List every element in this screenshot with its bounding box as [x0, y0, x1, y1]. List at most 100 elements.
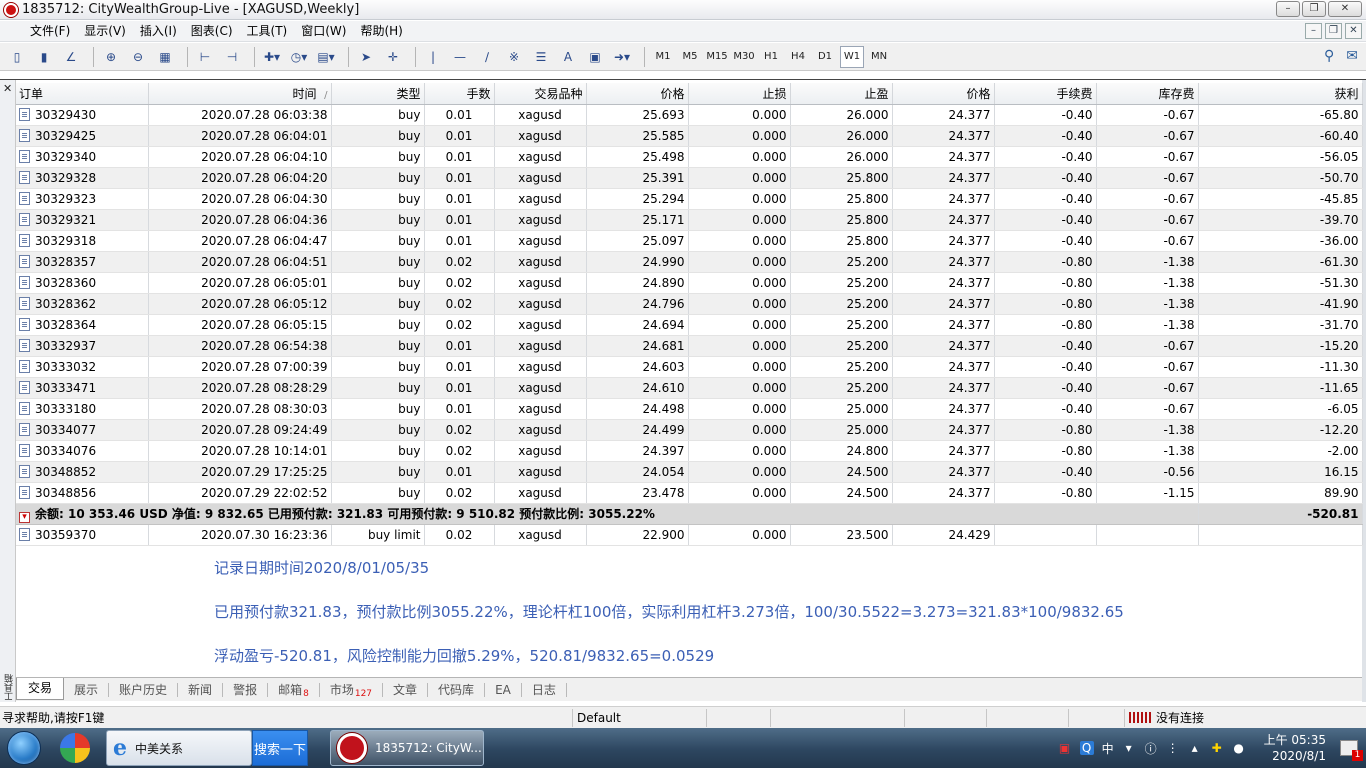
tab-exposure[interactable]: 展示 — [64, 682, 110, 697]
table-row[interactable]: 30329430 2020.07.28 06:03:38 buy 0.01 xagusd… — [16, 104, 1363, 126]
start-button[interactable] — [2, 729, 46, 767]
table-row[interactable]: 30329340 2020.07.28 06:04:10 buy 0.01 xagusd… — [16, 146, 1363, 168]
col-header-order[interactable]: 订单 — [16, 83, 149, 105]
timeframe-w1[interactable]: W1 — [840, 45, 864, 68]
table-row[interactable]: 30334077 2020.07.28 09:24:49 buy 0.02 xagusd… — [16, 419, 1363, 441]
candlestick-icon[interactable]: ▮ — [33, 46, 55, 68]
chat-icon[interactable]: ✉ — [1346, 48, 1358, 64]
timeframe-h1[interactable]: H1 — [759, 46, 783, 68]
col-header-swap[interactable]: 库存费 — [1096, 83, 1199, 105]
table-row[interactable]: 30329318 2020.07.28 06:04:47 buy 0.01 xagusd… — [16, 230, 1363, 252]
crosshair-icon[interactable]: ✛ — [382, 46, 404, 68]
table-row[interactable]: 30348856 2020.07.29 22:02:52 buy 0.02 xagusd… — [16, 482, 1363, 504]
menu-help[interactable]: 帮助(H) — [353, 21, 409, 41]
account-summary-row[interactable]: ▾ 余额: 10 353.46 USD 净值: 9 832.65 已用预付款: 3… — [16, 503, 1363, 525]
q-app-icon[interactable]: Q — [1079, 741, 1094, 755]
table-row[interactable]: 30328357 2020.07.28 06:04:51 buy 0.02 xagusd… — [16, 251, 1363, 273]
bar-chart-icon[interactable]: ▯ — [6, 46, 28, 68]
table-row[interactable]: 30332937 2020.07.28 06:54:38 buy 0.01 xagusd… — [16, 335, 1363, 357]
periods-clock-icon[interactable]: ◷▾ — [288, 46, 310, 68]
pending-order-row[interactable]: 30359370 2020.07.30 16:23:36 buy limit 0… — [16, 524, 1363, 546]
col-header-profit[interactable]: 获利 — [1198, 83, 1363, 105]
ime-options-icon[interactable]: ▾ — [1122, 741, 1136, 755]
horizontal-line-icon[interactable]: — — [449, 46, 471, 68]
col-header-tp[interactable]: 止盈 — [790, 83, 893, 105]
indicators-icon[interactable]: ✚▾ — [261, 46, 283, 68]
search-icon[interactable]: ⚲ — [1324, 48, 1334, 64]
ime-tool-icon[interactable]: ⋮ — [1166, 741, 1180, 755]
menu-charts[interactable]: 图表(C) — [184, 21, 240, 41]
taskbar-mt4-window[interactable]: 1835712: CityW... — [330, 730, 484, 766]
table-row[interactable]: 30329321 2020.07.28 06:04:36 buy 0.01 xagusd… — [16, 209, 1363, 231]
arrows-icon[interactable]: ➜▾ — [611, 46, 633, 68]
zoom-in-icon[interactable]: ⊕ — [100, 46, 122, 68]
plus-app-icon[interactable]: ✚ — [1210, 741, 1224, 755]
maximize-button[interactable]: ❐ — [1302, 1, 1326, 17]
text-icon[interactable]: A — [557, 46, 579, 68]
col-header-lots[interactable]: 手数 — [424, 83, 495, 105]
col-header-time[interactable]: 时间 / — [148, 83, 332, 105]
tab-alerts[interactable]: 警报 — [223, 682, 269, 697]
taskbar-ie-window[interactable]: e 中美关系 — [106, 730, 252, 766]
table-row[interactable]: 30333032 2020.07.28 07:00:39 buy 0.01 xagusd… — [16, 356, 1363, 378]
menu-tools[interactable]: 工具(T) — [240, 21, 295, 41]
show-hidden-icons[interactable]: ▴ — [1188, 741, 1202, 755]
fibonacci-icon[interactable]: ☰ — [530, 46, 552, 68]
minimize-button[interactable]: – — [1276, 1, 1300, 17]
menu-insert[interactable]: 插入(I) — [133, 21, 184, 41]
ime-language[interactable]: 中 — [1102, 740, 1114, 757]
zoom-out-icon[interactable]: ⊖ — [127, 46, 149, 68]
tab-trade[interactable]: 交易 — [16, 677, 65, 700]
tile-windows-icon[interactable]: ▦ — [154, 46, 176, 68]
tab-experts[interactable]: EA — [485, 682, 522, 697]
tab-journal[interactable]: 日志 — [522, 682, 567, 697]
pinned-app[interactable] — [52, 730, 98, 766]
menu-file[interactable]: 文件(F) — [0, 21, 77, 41]
close-terminal-icon[interactable]: ✕ — [3, 82, 12, 95]
table-row[interactable]: 30328364 2020.07.28 06:05:15 buy 0.02 xagusd… — [16, 314, 1363, 336]
col-header-type[interactable]: 类型 — [331, 83, 425, 105]
scrollbar-track[interactable] — [1362, 80, 1366, 702]
trendline-icon[interactable]: ∕ — [476, 46, 498, 68]
table-row[interactable]: 30328360 2020.07.28 06:05:01 buy 0.02 xagusd… — [16, 272, 1363, 294]
cursor-icon[interactable]: ➤ — [355, 46, 377, 68]
table-row[interactable]: 30333180 2020.07.28 08:30:03 buy 0.01 xagusd… — [16, 398, 1363, 420]
timeframe-m5[interactable]: M5 — [678, 46, 702, 68]
text-label-icon[interactable]: ▣ — [584, 46, 606, 68]
col-header-current-price[interactable]: 价格 — [892, 83, 995, 105]
timeframe-d1[interactable]: D1 — [813, 46, 837, 68]
line-chart-icon[interactable]: ∠ — [60, 46, 82, 68]
col-header-symbol[interactable]: 交易品种 — [494, 83, 587, 105]
autoscroll-icon[interactable]: ⊣ — [221, 46, 243, 68]
col-header-commission[interactable]: 手续费 — [994, 83, 1097, 105]
table-row[interactable]: 30329328 2020.07.28 06:04:20 buy 0.01 xagusd… — [16, 167, 1363, 189]
table-row[interactable]: 30334076 2020.07.28 10:14:01 buy 0.02 xagusd… — [16, 440, 1363, 462]
taskbar-clock[interactable]: 上午 05:35 2020/8/1 — [1264, 732, 1326, 764]
timeframe-m30[interactable]: M30 — [732, 46, 756, 68]
mdi-minimize-button[interactable]: – — [1305, 23, 1322, 39]
col-header-open-price[interactable]: 价格 — [586, 83, 689, 105]
mt4-app-icon[interactable] — [4, 2, 18, 17]
notification-area[interactable]: 1 — [1332, 728, 1366, 768]
timeframe-m15[interactable]: M15 — [705, 46, 729, 68]
table-row[interactable]: 30328362 2020.07.28 06:05:12 buy 0.02 xagusd… — [16, 293, 1363, 315]
menu-view[interactable]: 显示(V) — [77, 21, 133, 41]
templates-icon[interactable]: ▤▾ — [315, 46, 337, 68]
menu-window[interactable]: 窗口(W) — [294, 21, 353, 41]
tab-articles[interactable]: 文章 — [383, 682, 429, 697]
col-header-sl[interactable]: 止损 — [688, 83, 791, 105]
status-connection[interactable]: 没有连接 — [1124, 708, 1258, 727]
equidistant-channel-icon[interactable]: ※ — [503, 46, 525, 68]
timeframe-m1[interactable]: M1 — [651, 46, 675, 68]
taskbar-search-button[interactable]: 搜索一下 — [252, 730, 308, 766]
tab-market[interactable]: 市场 127 — [320, 682, 384, 699]
tab-mailbox[interactable]: 邮箱 8 — [268, 682, 320, 699]
tab-account-history[interactable]: 账户历史 — [109, 682, 179, 697]
timeframe-h4[interactable]: H4 — [786, 46, 810, 68]
table-row[interactable]: 30329323 2020.07.28 06:04:30 buy 0.01 xagusd… — [16, 188, 1363, 210]
vertical-line-icon[interactable]: | — [422, 46, 444, 68]
chart-shift-icon[interactable]: ⊢ — [194, 46, 216, 68]
table-row[interactable]: 30333471 2020.07.28 08:28:29 buy 0.01 xagusd… — [16, 377, 1363, 399]
table-row[interactable]: 30348852 2020.07.29 17:25:25 buy 0.01 xagusd… — [16, 461, 1363, 483]
qq-penguin-icon[interactable]: ● — [1232, 741, 1246, 755]
